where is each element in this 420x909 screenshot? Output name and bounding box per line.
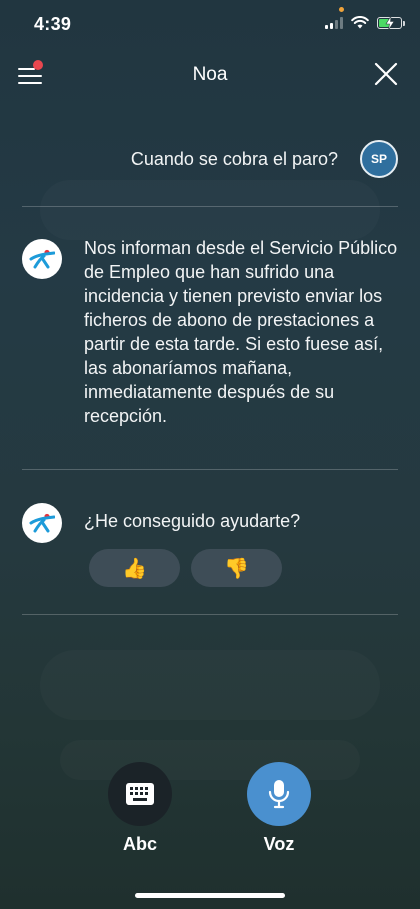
privacy-indicator	[339, 7, 344, 12]
caixabank-logo-icon	[29, 513, 55, 533]
bot-message-text: Nos informan desde el Servicio Público d…	[84, 238, 398, 426]
status-bar: 4:39	[0, 0, 420, 50]
home-indicator	[135, 893, 285, 898]
thumbs-down-button[interactable]: 👎	[191, 549, 282, 587]
user-avatar: SP	[360, 140, 398, 178]
divider	[22, 614, 398, 615]
keyboard-icon	[126, 783, 154, 805]
bot-question-text: ¿He conseguido ayudarte?	[84, 511, 301, 531]
bot-avatar	[22, 503, 62, 543]
background-blur	[60, 740, 360, 780]
microphone-icon	[268, 780, 290, 809]
caixabank-logo-icon	[29, 249, 55, 269]
cellular-signal-icon	[325, 16, 343, 29]
keyboard-label: Abc	[122, 834, 157, 854]
battery-icon	[377, 15, 405, 30]
user-message-text: Cuando se cobra el paro?	[130, 148, 338, 169]
status-time: 4:39	[34, 14, 72, 34]
voice-label: Voz	[263, 834, 295, 854]
thumbs-up-icon: 👍	[122, 557, 147, 580]
keyboard-control: Abc	[108, 762, 172, 855]
feedback-buttons: 👍 👎	[89, 549, 282, 587]
background-blur	[40, 180, 380, 240]
background-blur	[40, 650, 380, 720]
close-icon[interactable]	[374, 62, 398, 86]
chat-header: Noa	[0, 52, 420, 96]
divider	[22, 469, 398, 470]
thumbs-down-icon: 👎	[224, 557, 249, 580]
voice-button[interactable]	[247, 762, 311, 826]
keyboard-button[interactable]	[108, 762, 172, 826]
status-icons	[325, 15, 405, 30]
voice-control: Voz	[247, 762, 311, 855]
thumbs-up-button[interactable]: 👍	[89, 549, 180, 587]
wifi-icon	[351, 16, 369, 29]
bot-avatar	[22, 239, 62, 279]
page-title: Noa	[192, 64, 228, 85]
divider	[22, 206, 398, 207]
user-message: Cuando se cobra el paro? SP	[131, 140, 398, 178]
